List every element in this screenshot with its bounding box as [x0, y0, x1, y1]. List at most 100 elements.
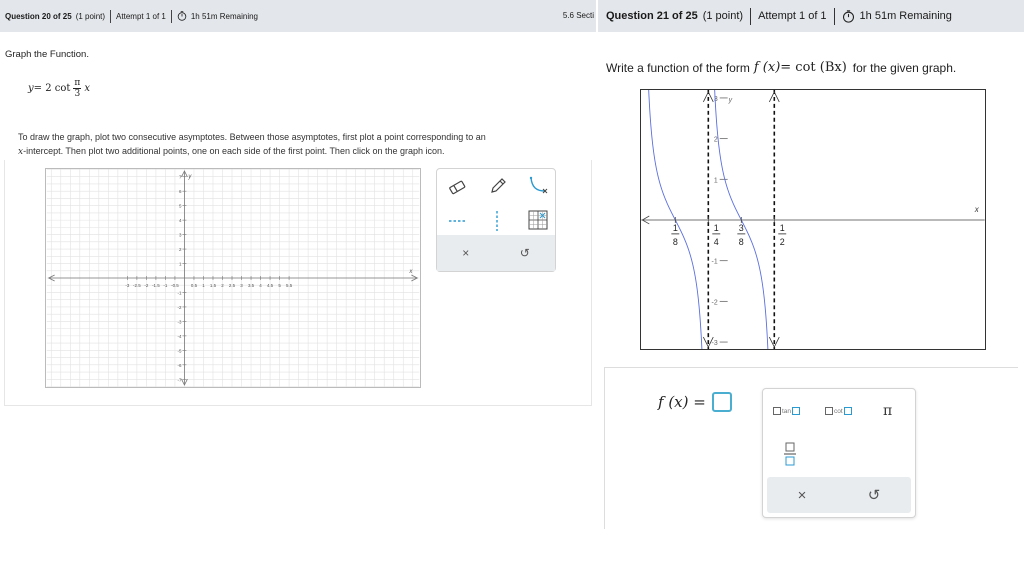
prompt-text: Write a function of the form [606, 60, 750, 75]
x-axis-label: x [974, 205, 980, 214]
formula-num: π [73, 78, 82, 89]
template-slot [792, 407, 801, 415]
formula-fraction: π 3 [73, 78, 82, 99]
attempt-label: Attempt 1 of 1 [116, 11, 166, 21]
answer-input[interactable] [711, 392, 732, 412]
x-tick-den: 2 [780, 237, 785, 247]
x-tick-label: 4.5 [267, 283, 274, 288]
y-tick-label: -3 [712, 340, 718, 347]
formula-den: 3 [74, 89, 81, 99]
y-tick-label: -6 [178, 363, 182, 368]
clear-button[interactable]: × [462, 246, 469, 260]
pencil-icon[interactable] [489, 177, 507, 195]
undo-button[interactable]: ↺ [868, 486, 881, 504]
x-tick-label: 2.5 [229, 283, 236, 288]
left-header-bar: Question 20 of 25 (1 point) Attempt 1 of… [0, 0, 596, 32]
tan-label: tan [782, 407, 792, 415]
question-number: Question 20 of 25 [5, 11, 72, 21]
y-tick-label: 4 [179, 218, 182, 223]
instructions-line2: -intercept. Then plot two additional poi… [23, 146, 445, 156]
pi-button[interactable]: π [883, 403, 892, 419]
formula-var: x [84, 83, 90, 94]
vertical-asymptote-icon[interactable] [487, 209, 507, 233]
curve-tool-icon[interactable] [527, 175, 549, 197]
y-tick-label: 3 [179, 233, 182, 238]
formula-eq: = 2 cot [33, 83, 71, 94]
form-expression: f (x)= cot (Bx) [754, 60, 847, 75]
time-remaining: 1h 51m Remaining [859, 10, 952, 22]
instructions: To draw the graph, plot two consecutive … [18, 130, 588, 159]
x-tick-num: 1 [714, 223, 719, 233]
right-question-panel: Question 21 of 25 (1 point) Attempt 1 of… [598, 0, 1024, 576]
y-tick-label: -4 [178, 334, 182, 339]
left-question-panel: Question 20 of 25 (1 point) Attempt 1 of… [0, 0, 596, 576]
palette-actions: × ↺ [767, 477, 911, 513]
x-tick-label: -1.5 [152, 283, 160, 288]
y-tick-label: -2 [178, 305, 182, 310]
math-palette: tan cot π × ↺ [762, 388, 916, 518]
y-tick-label: -5 [178, 348, 182, 353]
question-prompt: Graph the Function. [5, 49, 89, 60]
timer-icon [842, 9, 854, 23]
x-tick-label: 3.5 [248, 283, 255, 288]
y-tick-label: 1 [179, 262, 182, 267]
x-tick-label: -2 [144, 283, 148, 288]
clear-button[interactable]: × [798, 487, 807, 504]
x-tick-label: -0.5 [171, 283, 179, 288]
x-tick-den: 8 [673, 237, 678, 247]
tool-actions: × ↺ [437, 235, 555, 271]
eraser-icon[interactable] [447, 179, 467, 195]
y-tick-label: 2 [179, 247, 182, 252]
y-tick-label: 1 [714, 177, 718, 184]
question-points: (1 point) [702, 10, 744, 22]
x-tick-label: -1 [163, 283, 167, 288]
question-number: Question 21 of 25 [606, 10, 698, 22]
header-divider [833, 7, 835, 25]
prompt-end: for the given graph. [852, 60, 957, 75]
undo-button[interactable]: ↺ [520, 246, 530, 260]
graphing-canvas[interactable]: xy-3 -2.5 -2 -1.5 -1 -0.5 0.5 1 1.5 2 2.5 3 3.5 4 4.5 5… [45, 168, 421, 388]
x-tick-label: 1.5 [210, 283, 217, 288]
x-tick-num: 1 [780, 223, 785, 233]
y-tick-label: -3 [178, 319, 182, 324]
answer-row: f (x) = [658, 392, 732, 412]
tan-template-button[interactable]: tan [773, 407, 801, 415]
template-slot [843, 407, 852, 415]
y-tick-label: 7 [179, 175, 182, 180]
cot-template-button[interactable]: cot [825, 407, 852, 415]
y-tick-label: -1 [178, 290, 182, 295]
fraction-template-button[interactable] [783, 441, 797, 467]
answer-label: f (x) = [658, 393, 706, 411]
timer-icon [177, 11, 187, 21]
form-eq: = cot (Bx) [780, 60, 847, 75]
y-tick-label: -2 [712, 299, 718, 306]
graph-icon[interactable] [527, 209, 549, 231]
graph-tool-palette: × ↺ [436, 168, 556, 272]
right-header-bar: Question 21 of 25 (1 point) Attempt 1 of… [598, 0, 1024, 32]
y-tick-label: -1 [712, 259, 718, 266]
header-divider [110, 9, 112, 23]
x-tick-den: 4 [714, 237, 719, 247]
horizontal-asymptote-icon[interactable] [447, 211, 469, 231]
y-tick-label: 2 [714, 137, 718, 144]
attempt-label: Attempt 1 of 1 [758, 10, 827, 22]
instructions-line1: To draw the graph, plot two consecutive … [18, 132, 486, 142]
time-remaining: 1h 51m Remaining [190, 11, 259, 21]
x-tick-label: -3 [125, 283, 129, 288]
x-tick-label: 0.5 [191, 283, 198, 288]
x-tick-num: 3 [739, 223, 744, 233]
cot-label: cot [834, 407, 843, 415]
y-tick-label: 5 [179, 204, 182, 209]
question-points: (1 point) [75, 11, 106, 21]
question-prompt: Write a function of the form f (x)= cot … [606, 60, 956, 75]
y-tick-label: 6 [179, 189, 182, 194]
template-slot [825, 407, 833, 415]
header-divider [750, 7, 752, 25]
function-formula: y = 2 cot π 3 x [28, 78, 90, 99]
form-fx: f (x) [753, 60, 781, 75]
x-tick-label: -2.5 [133, 283, 141, 288]
header-divider [170, 9, 172, 23]
y-tick-label: -7 [178, 377, 182, 382]
x-tick-den: 8 [739, 237, 744, 247]
section-tab[interactable]: 5.6 Secti [563, 11, 594, 20]
